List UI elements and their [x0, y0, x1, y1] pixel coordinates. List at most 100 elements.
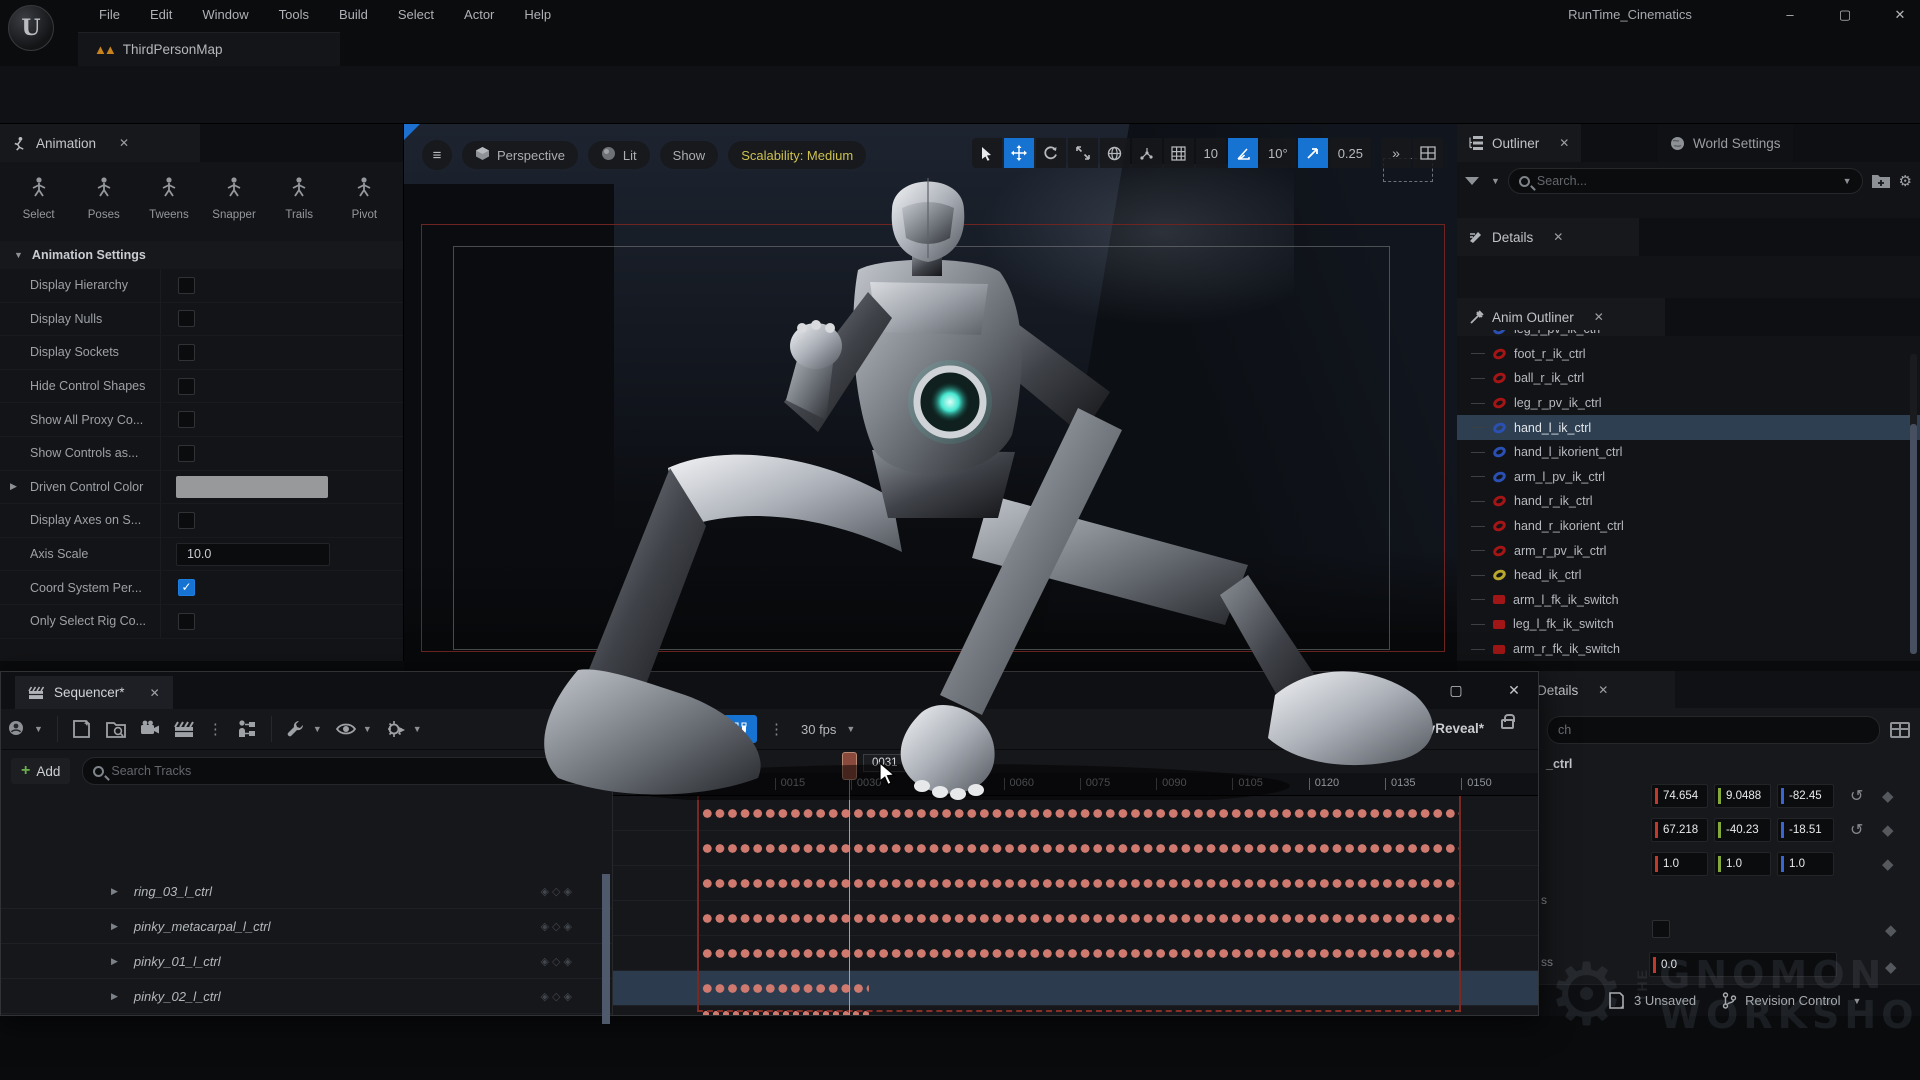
checkbox[interactable] [178, 512, 195, 529]
key-navigation[interactable]: ◈ ◇ ◈ [541, 990, 573, 1003]
eye-icon[interactable]: ▼ [336, 719, 372, 739]
track-row-pinky_02_l_ctrl[interactable]: ▶pinky_02_l_ctrl◈ ◇ ◈ [1, 979, 612, 1014]
transform-field-z[interactable]: 1.0 [1777, 852, 1834, 876]
chevron-down-icon[interactable]: ▼ [1843, 176, 1852, 186]
menu-item-edit[interactable]: Edit [135, 0, 187, 30]
menu-item-actor[interactable]: Actor [449, 0, 509, 30]
anim-tool-pivot[interactable]: Pivot [333, 176, 395, 221]
track-row-pinky_03_l_ctrl[interactable]: ▶pinky_03_l_ctrl◈ ◇ ◈ [1, 1014, 612, 1015]
tab-thirdpersonmap[interactable]: ▲▲ ThirdPersonMap [78, 32, 340, 66]
outliner-item-ball_r_ik_ctrl[interactable]: ball_r_ik_ctrl [1457, 366, 1920, 391]
tab-details[interactable]: Details ✕ [1457, 218, 1639, 256]
checkbox[interactable] [178, 310, 195, 327]
close-icon[interactable]: ✕ [1553, 230, 1563, 244]
expand-arrow-icon[interactable]: ▶ [111, 886, 118, 897]
animation-settings-header[interactable]: ▼ Animation Settings [0, 241, 403, 269]
outliner-item-leg_l_pv_ik_ctrl[interactable]: leg_l_pv_ik_ctrl [1457, 330, 1920, 342]
track-row-pinky_metacarpal_l_ctrl[interactable]: ▶pinky_metacarpal_l_ctrl◈ ◇ ◈ [1, 909, 612, 944]
key-row-hand_l_ik_ctrl[interactable] [613, 971, 1538, 1006]
scalability-pill[interactable]: Scalability: Medium [728, 141, 866, 169]
outliner-item-hand_r_ik_ctrl[interactable]: hand_r_ik_ctrl [1457, 489, 1920, 514]
track-search[interactable] [82, 757, 602, 785]
keyframe-diamond-icon[interactable]: ◆ [1885, 958, 1897, 976]
sequence-browse-icon[interactable]: ▼ [7, 719, 43, 739]
scale-snap-value[interactable]: 0.25 [1330, 138, 1371, 168]
section-bound-start[interactable] [697, 796, 699, 1011]
keyframe-button[interactable] [609, 715, 643, 743]
undo-icon[interactable]: ↺ [1850, 786, 1870, 806]
add-folder-icon[interactable] [1871, 173, 1891, 189]
keyframe-strip[interactable] [701, 804, 1459, 823]
render-movie-icon[interactable] [174, 719, 194, 739]
anim-outliner-scroll-thumb[interactable] [1910, 424, 1917, 654]
vp-pill-show[interactable]: Show [660, 141, 719, 169]
outliner-settings-icon[interactable]: ⚙ [1899, 172, 1912, 190]
checkbox[interactable] [178, 277, 195, 294]
outliner-item-hand_r_ikorient_ctrl[interactable]: hand_r_ikorient_ctrl [1457, 514, 1920, 539]
keyframe-diamond-icon[interactable]: ◆ [1882, 787, 1894, 805]
outliner-item-leg_r_pv_ik_ctrl[interactable]: leg_r_pv_ik_ctrl [1457, 391, 1920, 416]
details-checkbox[interactable] [1652, 920, 1670, 938]
transform-field-x[interactable]: 74.654 [1651, 784, 1708, 808]
checkbox[interactable]: ✓ [178, 579, 195, 596]
outliner-item-foot_r_ik_ctrl[interactable]: foot_r_ik_ctrl [1457, 342, 1920, 367]
grid-snap-value[interactable]: 10 [1196, 138, 1226, 168]
select-tool-icon[interactable] [972, 138, 1002, 168]
outliner-item-arm_l_pv_ik_ctrl[interactable]: arm_l_pv_ik_ctrl [1457, 465, 1920, 490]
tab-details-bottom[interactable]: Details ✕ [1525, 671, 1675, 709]
camera-speed-icon[interactable]: » [1381, 138, 1411, 168]
checkbox[interactable] [178, 344, 195, 361]
checkbox[interactable] [178, 411, 195, 428]
keyframe-diamond-icon[interactable]: ◆ [1882, 855, 1894, 873]
outliner-search-input[interactable] [1537, 174, 1832, 188]
key-navigation[interactable]: ◈ ◇ ◈ [541, 955, 573, 968]
maximize-icon[interactable]: ▢ [1439, 675, 1473, 705]
actor-sequence-icon[interactable] [237, 719, 257, 739]
keyframe-diamond-icon[interactable]: ◆ [1882, 821, 1894, 839]
checkbox[interactable] [178, 613, 195, 630]
grid-snap-icon[interactable] [1164, 138, 1194, 168]
close-icon[interactable]: ✕ [1598, 683, 1608, 697]
wrench-icon[interactable]: ▼ [286, 719, 322, 739]
section-bound-end[interactable] [1459, 796, 1461, 1011]
anim-tool-poses[interactable]: Poses [73, 176, 135, 221]
filter-icon[interactable] [577, 765, 591, 777]
camera-icon[interactable] [140, 719, 160, 739]
unsaved-indicator[interactable]: 3 Unsaved [1609, 992, 1696, 1009]
tab-sequencer[interactable]: Sequencer* ✕ [15, 676, 173, 709]
sequencer-timeline[interactable]: -015000000150030004500600075009001050120… [613, 750, 1538, 1015]
outliner-search[interactable]: ▼ [1508, 168, 1863, 194]
anim-tool-select[interactable]: Select [8, 176, 70, 221]
lock-icon[interactable] [1501, 719, 1514, 729]
save-sequence-icon[interactable] [72, 719, 92, 739]
transform-field-x[interactable]: 67.218 [1651, 818, 1708, 842]
sequencer-kebab-icon[interactable]: ⋮ [208, 720, 223, 738]
details-search[interactable]: ch [1547, 716, 1880, 744]
viewport[interactable]: ≡ PerspectiveLitShow Scalability: Medium… [404, 124, 1457, 671]
keyframe-strip[interactable] [701, 839, 1459, 858]
playback-options-icon[interactable]: ▼ [386, 719, 422, 739]
anim-tool-trails[interactable]: Trails [268, 176, 330, 221]
checkbox[interactable] [178, 445, 195, 462]
transform-field-z[interactable]: -82.45 [1777, 784, 1834, 808]
checkbox[interactable] [178, 378, 195, 395]
undo-icon[interactable]: ↺ [1850, 820, 1870, 840]
unreal-logo-icon[interactable]: U [8, 5, 54, 51]
viewport-options-icon[interactable]: ≡ [422, 140, 452, 170]
extra-value-field[interactable]: 0.0 [1649, 952, 1837, 977]
snap-magnet-button[interactable] [723, 715, 757, 743]
key-row-pinky_metacarpal_l_ctrl[interactable] [613, 831, 1538, 866]
track-row-pinky_01_l_ctrl[interactable]: ▶pinky_01_l_ctrl◈ ◇ ◈ [1, 944, 612, 979]
key-row-pinky_02_l_ctrl[interactable] [613, 901, 1538, 936]
snap-kebab-icon[interactable]: ⋮ [769, 720, 784, 738]
anim-tool-tweens[interactable]: Tweens [138, 176, 200, 221]
key-navigation[interactable]: ◈ ◇ ◈ [541, 920, 573, 933]
outliner-item-arm_l_fk_ik_switch[interactable]: arm_l_fk_ik_switch [1457, 588, 1920, 613]
outliner-item-arm_r_fk_ik_switch[interactable]: arm_r_fk_ik_switch [1457, 637, 1920, 661]
expand-arrow-icon[interactable]: ▶ [111, 991, 118, 1002]
anim-tool-snapper[interactable]: Snapper [203, 176, 265, 221]
transform-field-y[interactable]: 1.0 [1714, 852, 1771, 876]
sequencer-titlebar[interactable]: Sequencer* ✕ – ▢ ✕ [1, 672, 1538, 709]
playhead-line[interactable] [849, 780, 850, 1015]
add-track-button[interactable]: + Add [11, 758, 70, 784]
